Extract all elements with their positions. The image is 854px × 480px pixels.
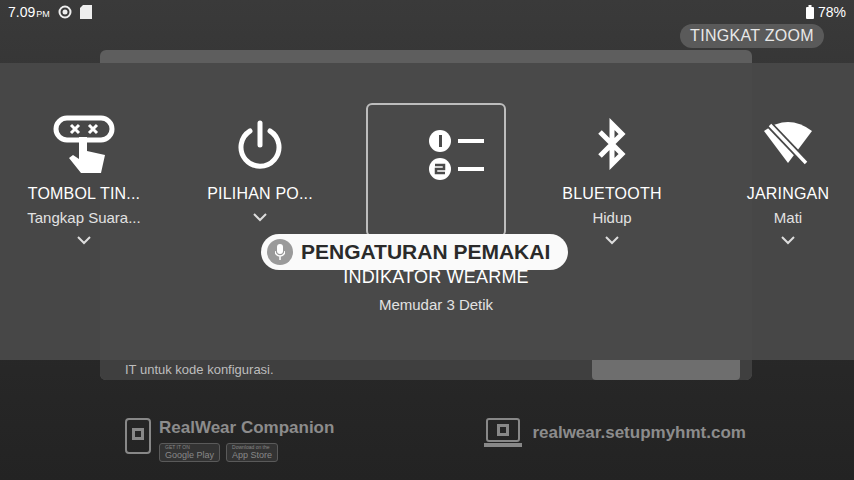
clock: 7.09PM [8, 4, 50, 20]
settings-item-title: JARINGAN [747, 185, 830, 203]
sd-card-icon [80, 5, 92, 19]
settings-item-value: Hidup [592, 209, 631, 226]
bluetooth-icon [594, 118, 630, 170]
battery-icon [806, 5, 814, 19]
settings-item[interactable]: BLUETOOTH Hidup [542, 103, 682, 360]
sync-icon [58, 5, 72, 19]
settings-item-value: Memudar 3 Detik [379, 296, 493, 313]
config-hint: IT untuk kode konfigurasi. [125, 362, 274, 380]
quick-settings-panel: TOMBOL TIN... Tangkap Suara... PILIHAN PO.… [0, 63, 854, 360]
battery-level: 78% [818, 4, 846, 20]
settings-item[interactable]: JARINGAN Mati [718, 103, 854, 360]
settings-item-title: PILIHAN PO... [207, 185, 313, 203]
phone-qr-icon [125, 418, 151, 454]
chevron-down-icon[interactable] [781, 236, 795, 245]
screen: 7.09PM 78% IT untuk kode konfigurasi. TINGK… [0, 0, 854, 480]
settings-item-title: TOMBOL TIN... [28, 185, 141, 203]
numbered-list-icon [428, 127, 490, 183]
settings-item-value: Mati [774, 209, 802, 226]
setup-url[interactable]: realwear.setupmyhmt.com [532, 423, 746, 443]
chevron-down-icon[interactable] [253, 213, 267, 222]
footer: RealWear Companion GET IT ONGoogle Play Do… [0, 418, 854, 480]
chevron-down-icon[interactable] [77, 236, 91, 245]
companion-app-name: RealWear Companion [159, 418, 334, 438]
monitor-qr-icon [484, 418, 522, 448]
code-field [592, 360, 740, 380]
settings-item[interactable]: INDIKATOR WEARMEMemudar 3 Detik [366, 103, 506, 360]
status-bar: 7.09PM 78% [0, 0, 854, 24]
voice-command-tooltip: PENGATURAN PEMAKAI [261, 234, 568, 270]
settings-item-title: BLUETOOTH [562, 185, 661, 203]
store-badge[interactable]: GET IT ONGoogle Play [159, 443, 220, 462]
settings-item[interactable]: PILIHAN PO... [190, 103, 330, 360]
settings-item[interactable]: TOMBOL TIN... Tangkap Suara... [14, 103, 154, 360]
action-button-icon [53, 113, 115, 175]
wifi-off-icon [762, 121, 814, 167]
power-icon [235, 119, 285, 169]
chevron-down-icon[interactable] [605, 236, 619, 245]
microphone-icon [275, 244, 285, 260]
zoom-level-label[interactable]: TINGKAT ZOOM [680, 24, 824, 48]
store-badge[interactable]: Download on theApp Store [226, 443, 278, 462]
settings-item-title: INDIKATOR WEARME [343, 267, 529, 288]
settings-item-value: Tangkap Suara... [27, 209, 140, 226]
